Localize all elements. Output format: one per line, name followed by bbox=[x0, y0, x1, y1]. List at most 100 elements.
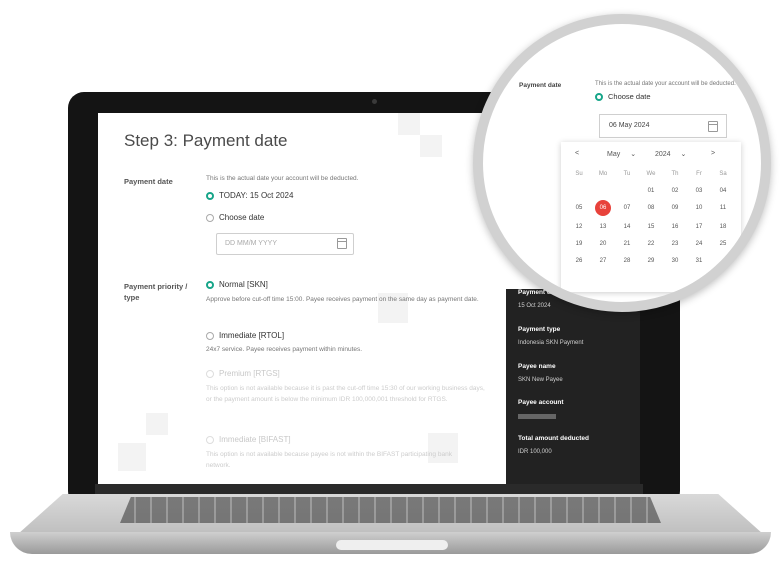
radio-icon[interactable] bbox=[206, 213, 214, 222]
summary-payment-type-heading: Payment type bbox=[518, 326, 561, 333]
immediate-radio-option[interactable]: Immediate [RTOL] bbox=[206, 331, 284, 340]
calendar-day[interactable]: 15 bbox=[639, 221, 663, 233]
laptop-notch bbox=[336, 540, 448, 550]
date-input-placeholder: DD MM/M YYYY bbox=[225, 240, 277, 247]
calendar-day[interactable]: 14 bbox=[615, 221, 639, 233]
radio-selected-icon[interactable] bbox=[206, 280, 214, 289]
calendar-day[interactable]: 05 bbox=[567, 202, 591, 214]
radio-selected-icon[interactable] bbox=[206, 191, 214, 200]
calendar-day[interactable]: 21 bbox=[615, 238, 639, 250]
calendar-day[interactable]: 13 bbox=[591, 221, 615, 233]
choose-date-label: Choose date bbox=[219, 213, 265, 222]
calendar-day-selected[interactable]: 06 bbox=[595, 200, 611, 216]
date-input[interactable]: DD MM/M YYYY bbox=[216, 233, 354, 255]
calendar-day[interactable]: 16 bbox=[663, 221, 687, 233]
weekday-header: Mo bbox=[598, 171, 608, 177]
payment-priority-label: Payment priority / type bbox=[124, 282, 188, 302]
premium-option-label: Premium [RTGS] bbox=[219, 369, 280, 378]
month-select[interactable]: May ⌄ bbox=[607, 150, 636, 158]
today-radio-option[interactable]: TODAY: 15 Oct 2024 bbox=[206, 191, 293, 200]
bifast-option-label: Immediate [BIFAST] bbox=[219, 435, 291, 444]
calendar-day[interactable]: 23 bbox=[663, 238, 687, 250]
calendar-day[interactable]: 09 bbox=[663, 202, 687, 214]
summary-panel: Payment date 15 Oct 2024 Payment type In… bbox=[506, 289, 640, 486]
calendar-day[interactable]: 17 bbox=[687, 221, 711, 233]
payment-date-label: Payment date bbox=[124, 177, 173, 186]
calendar-day[interactable]: 24 bbox=[687, 238, 711, 250]
normal-option-label: Normal [SKN] bbox=[219, 280, 268, 289]
weekday-header: Su bbox=[575, 171, 583, 177]
calendar-day[interactable]: 26 bbox=[567, 255, 591, 267]
calendar-popup: < May ⌄ 2024 ⌄ > Su Mo Tu We Th Fr Sa 01 02 03 04 0… bbox=[561, 142, 741, 292]
next-month-icon[interactable]: > bbox=[711, 150, 715, 157]
calendar-day[interactable]: 28 bbox=[615, 255, 639, 267]
calendar-day[interactable]: 29 bbox=[639, 255, 663, 267]
choose-date-radio-option[interactable]: Choose date bbox=[206, 213, 264, 222]
calendar-day[interactable]: 08 bbox=[639, 202, 663, 214]
weekday-header: Th bbox=[671, 171, 679, 177]
calendar-day[interactable]: 20 bbox=[591, 238, 615, 250]
calendar-day[interactable]: 25 bbox=[711, 238, 735, 250]
prev-month-icon[interactable]: < bbox=[575, 150, 579, 157]
bg-square bbox=[398, 113, 420, 135]
summary-payee-name-heading: Payee name bbox=[518, 363, 556, 370]
calendar-day[interactable]: 22 bbox=[639, 238, 663, 250]
keyboard bbox=[120, 497, 661, 523]
mag-date-input[interactable]: 06 May 2024 bbox=[599, 114, 727, 138]
bifast-option-desc: This option is not available because pay… bbox=[206, 451, 452, 469]
immediate-option-label: Immediate [RTOL] bbox=[219, 331, 285, 340]
laptop-hinge bbox=[95, 484, 643, 494]
calendar-day[interactable]: 04 bbox=[711, 185, 735, 197]
summary-total-heading: Total amount deducted bbox=[518, 435, 590, 442]
calendar-icon[interactable] bbox=[337, 238, 347, 249]
summary-payee-name-value: SKN New Payee bbox=[518, 377, 563, 383]
radio-icon[interactable] bbox=[206, 331, 214, 340]
calendar-day[interactable]: 11 bbox=[711, 202, 735, 214]
magnifier-circle: Payment date This is the actual date you… bbox=[473, 14, 771, 312]
weekday-header: Sa bbox=[719, 171, 727, 177]
immediate-option-desc: 24x7 service. Payee receives payment wit… bbox=[206, 346, 363, 353]
premium-option-desc: This option is not available because it … bbox=[206, 385, 485, 403]
mag-choose-date-label: Choose date bbox=[608, 92, 651, 101]
calendar-day[interactable]: 10 bbox=[687, 202, 711, 214]
bg-square bbox=[146, 413, 168, 435]
calendar-day[interactable]: 31 bbox=[687, 255, 711, 267]
calendar-empty-cell bbox=[567, 185, 591, 197]
radio-disabled-icon bbox=[206, 369, 214, 378]
calendar-empty-cell bbox=[591, 185, 615, 197]
bg-square bbox=[420, 135, 442, 157]
summary-payment-date-value: 15 Oct 2024 bbox=[518, 303, 551, 309]
calendar-empty-cell bbox=[615, 185, 639, 197]
weekday-header: Tu bbox=[623, 171, 631, 177]
premium-radio-option: Premium [RTGS] bbox=[206, 369, 280, 378]
calendar-day[interactable]: 12 bbox=[567, 221, 591, 233]
summary-total-value: IDR 100,000 bbox=[518, 449, 552, 455]
calendar-day[interactable]: 07 bbox=[615, 202, 639, 214]
calendar-day[interactable]: 03 bbox=[687, 185, 711, 197]
today-option-label: TODAY: 15 Oct 2024 bbox=[219, 191, 294, 200]
radio-selected-icon[interactable] bbox=[595, 92, 603, 101]
year-select[interactable]: 2024 ⌄ bbox=[655, 150, 686, 158]
calendar-icon[interactable] bbox=[708, 121, 718, 132]
bifast-radio-option: Immediate [BIFAST] bbox=[206, 435, 291, 444]
bg-square bbox=[118, 443, 146, 471]
mag-payment-date-label: Payment date bbox=[519, 82, 562, 89]
calendar-day[interactable]: 27 bbox=[591, 255, 615, 267]
calendar-grid: Su Mo Tu We Th Fr Sa 01 02 03 04 05 06 07 08 09 10 11 12 13… bbox=[567, 168, 735, 267]
payment-date-desc: This is the actual date your account wil… bbox=[206, 175, 359, 182]
calendar-day[interactable]: 19 bbox=[567, 238, 591, 250]
mag-choose-date-option[interactable]: Choose date bbox=[595, 92, 651, 101]
payee-account-redacted bbox=[518, 414, 556, 419]
calendar-day[interactable]: 30 bbox=[663, 255, 687, 267]
calendar-empty-cell bbox=[711, 255, 735, 267]
camera-dot bbox=[372, 99, 377, 104]
calendar-day[interactable]: 02 bbox=[663, 185, 687, 197]
calendar-day[interactable]: 01 bbox=[639, 185, 663, 197]
chevron-down-icon: ⌄ bbox=[630, 151, 637, 158]
radio-disabled-icon bbox=[206, 435, 214, 444]
calendar-day[interactable]: 18 bbox=[711, 221, 735, 233]
summary-payment-type-value: Indonesia SKN Payment bbox=[518, 340, 584, 346]
month-value: May bbox=[607, 151, 621, 158]
normal-radio-option[interactable]: Normal [SKN] bbox=[206, 280, 268, 289]
mag-payment-date-desc: This is the actual date your account wil… bbox=[595, 81, 736, 87]
